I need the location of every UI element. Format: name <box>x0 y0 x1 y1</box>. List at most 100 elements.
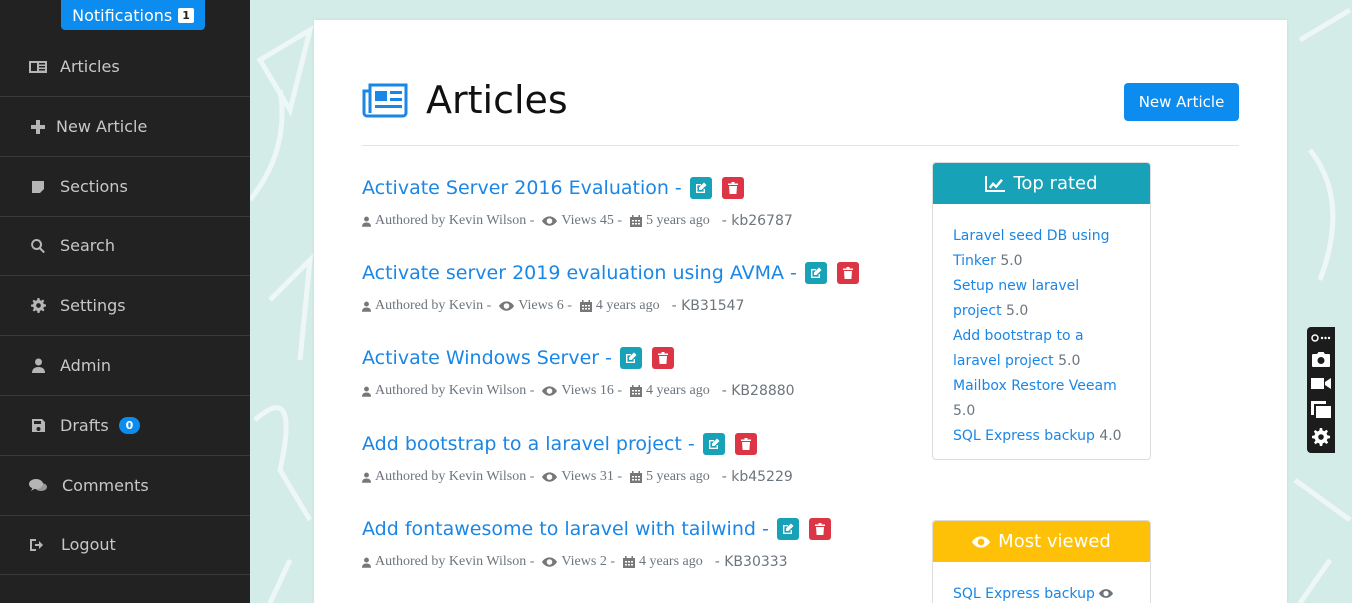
delete-button[interactable] <box>734 433 757 455</box>
eye-icon <box>542 216 558 226</box>
most-viewed-panel: Most viewed SQL Express backup <box>932 520 1151 603</box>
notifications-count-badge: 1 <box>178 7 194 23</box>
most-viewed-link[interactable]: SQL Express backup <box>953 586 1095 602</box>
top-rated-list: Laravel seed DB using Tinker 5.0 Setup n… <box>933 204 1150 459</box>
list-item: SQL Express backup <box>953 582 1130 603</box>
link-more-icon[interactable] <box>1311 334 1331 342</box>
article-title-link[interactable]: Activate Server 2016 Evaluation - <box>362 177 682 199</box>
calendar-icon <box>629 385 642 397</box>
article-title-link[interactable]: Activate Windows Server - <box>362 347 612 369</box>
sidebar-item-label: Sections <box>60 177 128 196</box>
rating-score: 5.0 <box>953 403 976 419</box>
gear-icon <box>28 296 48 316</box>
delete-button[interactable] <box>836 262 859 284</box>
article-kb: - KB30333 <box>714 554 788 570</box>
sidebar-item-search[interactable]: Search <box>0 216 250 276</box>
sidebar-item-label: Drafts <box>60 416 109 435</box>
delete-button[interactable] <box>808 518 831 540</box>
article-age: 4 years ago <box>595 298 660 313</box>
page-header: Articles <box>362 78 568 122</box>
sidebar-item-articles[interactable]: Articles <box>0 37 250 97</box>
edit-button[interactable] <box>804 262 827 284</box>
sidebar-item-sections[interactable]: Sections <box>0 157 250 217</box>
eye-icon <box>542 472 558 482</box>
sidebar-item-label: New Article <box>56 117 148 136</box>
user-icon <box>362 216 371 227</box>
edit-icon <box>695 182 707 193</box>
save-icon <box>28 416 48 436</box>
top-rated-header: Top rated <box>933 163 1150 204</box>
most-viewed-header: Most viewed <box>933 521 1150 562</box>
notifications-button[interactable]: Notifications 1 <box>61 0 205 30</box>
article-author: Authored by Kevin Wilson - <box>375 213 535 228</box>
rating-score: 5.0 <box>1006 303 1029 319</box>
article-kb: - KB31547 <box>671 298 745 314</box>
delete-button[interactable] <box>721 177 744 199</box>
sidebar-item-label: Search <box>60 236 115 255</box>
rating-score: 5.0 <box>1058 353 1081 369</box>
gear-icon[interactable] <box>1312 427 1330 446</box>
trash-icon <box>740 438 751 450</box>
article-views: Views 45 - <box>561 213 622 228</box>
article-author: Authored by Kevin Wilson - <box>375 554 535 569</box>
edit-button[interactable] <box>776 518 799 540</box>
camera-icon[interactable] <box>1312 352 1330 368</box>
calendar-icon <box>629 215 642 227</box>
eye-icon <box>972 535 991 548</box>
new-article-button[interactable]: New Article <box>1124 83 1239 121</box>
trash-icon <box>814 523 825 535</box>
article-age: 4 years ago <box>638 554 703 569</box>
video-icon[interactable] <box>1311 377 1331 390</box>
top-rated-link[interactable]: SQL Express backup <box>953 428 1095 444</box>
drafts-count-badge: 0 <box>118 417 141 434</box>
article-views: Views 31 - <box>561 469 622 484</box>
sidebar-item-settings[interactable]: Settings <box>0 276 250 336</box>
user-icon <box>28 356 48 376</box>
article-author: Authored by Kevin Wilson - <box>375 469 535 484</box>
rating-score: 4.0 <box>1099 428 1122 444</box>
sidebar-item-admin[interactable]: Admin <box>0 336 250 396</box>
sidebar-item-label: Comments <box>62 476 149 495</box>
comments-icon <box>28 476 48 496</box>
page-title: Articles <box>426 78 568 122</box>
article-author: Authored by Kevin - <box>375 298 492 313</box>
sidebar-item-label: Logout <box>61 535 116 554</box>
notifications-label: Notifications <box>72 5 173 25</box>
top-rated-link[interactable]: Laravel seed DB using Tinker <box>953 228 1109 269</box>
edit-icon <box>625 352 637 363</box>
newspaper-icon <box>362 83 408 118</box>
sticky-note-icon <box>28 177 48 197</box>
article-title-link[interactable]: Add bootstrap to a laravel project - <box>362 433 695 455</box>
list-item: Mailbox Restore Veeam 5.0 <box>953 374 1130 424</box>
edit-button[interactable] <box>702 433 725 455</box>
article-age: 4 years ago <box>645 383 710 398</box>
sidebar-item-comments[interactable]: Comments <box>0 456 250 516</box>
rating-score: 5.0 <box>1000 253 1023 269</box>
windows-icon[interactable] <box>1311 400 1331 418</box>
calendar-icon <box>622 556 635 568</box>
article-title-link[interactable]: Activate server 2019 evaluation using AV… <box>362 262 797 284</box>
list-item: SQL Express backup 4.0 <box>953 424 1130 449</box>
sidebar-item-new-article[interactable]: New Article <box>0 97 250 157</box>
user-icon <box>362 301 371 312</box>
sidebar-item-drafts[interactable]: Drafts 0 <box>0 396 250 456</box>
article-kb: - kb45229 <box>721 469 793 485</box>
sidebar-item-logout[interactable]: Logout <box>0 515 250 575</box>
trash-icon <box>842 267 853 279</box>
sign-out-icon <box>28 535 48 555</box>
delete-button[interactable] <box>651 347 674 369</box>
edit-button[interactable] <box>619 347 642 369</box>
trash-icon <box>727 182 738 194</box>
top-rated-link[interactable]: Mailbox Restore Veeam <box>953 378 1117 394</box>
article-title-link[interactable]: Add fontawesome to laravel with tailwind… <box>362 518 769 540</box>
edit-button[interactable] <box>689 177 712 199</box>
list-item: Laravel seed DB using Tinker 5.0 <box>953 224 1130 274</box>
calendar-icon <box>579 300 592 312</box>
main-card: Articles New Article Activate Server 201… <box>314 20 1287 603</box>
sidebar-item-label: Articles <box>60 57 120 76</box>
top-rated-title: Top rated <box>1013 173 1098 194</box>
article-kb: - KB28880 <box>721 383 795 399</box>
edit-icon <box>708 438 720 449</box>
user-icon <box>362 386 371 397</box>
article-views: Views 6 - <box>518 298 572 313</box>
